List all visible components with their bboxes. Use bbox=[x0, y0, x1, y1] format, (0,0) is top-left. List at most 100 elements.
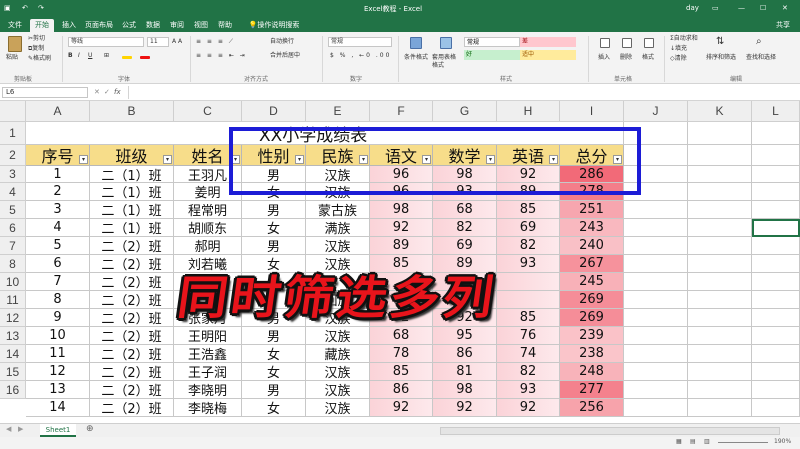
data-cell[interactable]: 女 bbox=[242, 363, 306, 381]
redo-icon[interactable]: ↷ bbox=[38, 4, 44, 12]
data-cell[interactable]: 14 bbox=[26, 399, 90, 417]
row-header-6[interactable]: 6 bbox=[0, 219, 26, 237]
column-header-f[interactable]: F bbox=[370, 101, 433, 122]
data-cell[interactable]: 6 bbox=[26, 255, 90, 273]
format-as-table-button[interactable]: 套用表格格式 bbox=[432, 54, 460, 70]
fx-icon[interactable]: fx bbox=[114, 87, 121, 98]
select-all-corner[interactable] bbox=[0, 101, 26, 122]
data-cell[interactable]: 男 bbox=[242, 166, 306, 183]
column-header-j[interactable]: J bbox=[624, 101, 688, 122]
data-cell[interactable]: 男 bbox=[242, 201, 306, 219]
data-cell[interactable]: 女 bbox=[242, 183, 306, 201]
data-cell[interactable]: 92 bbox=[497, 399, 560, 417]
data-cell[interactable]: 76 bbox=[497, 327, 560, 345]
normal-view-icon[interactable]: ▦ bbox=[676, 438, 682, 445]
column-header-l[interactable]: L bbox=[752, 101, 800, 122]
data-cell[interactable]: 251 bbox=[560, 201, 624, 219]
data-cell[interactable]: 二（2）班 bbox=[90, 345, 174, 363]
data-cell[interactable]: 10 bbox=[26, 327, 90, 345]
column-header-b[interactable]: B bbox=[90, 101, 174, 122]
data-cell[interactable]: 汉族 bbox=[306, 381, 370, 399]
title-cell[interactable]: XX小学成绩表 bbox=[26, 122, 624, 145]
paste-button[interactable]: 粘贴 bbox=[6, 54, 18, 62]
data-cell[interactable]: 93 bbox=[497, 381, 560, 399]
data-cell[interactable]: 程常明 bbox=[174, 201, 242, 219]
cell[interactable] bbox=[624, 183, 688, 201]
clear-button[interactable]: ◇清除 bbox=[670, 55, 687, 63]
name-box[interactable]: L6 bbox=[2, 87, 88, 98]
filter-dropdown-icon[interactable]: ▾ bbox=[295, 155, 304, 164]
cell[interactable] bbox=[752, 122, 800, 145]
wrap-text-button[interactable]: 自动换行 bbox=[270, 38, 294, 46]
close-icon[interactable]: ✕ bbox=[782, 4, 788, 12]
data-cell[interactable]: 98 bbox=[433, 381, 497, 399]
data-cell[interactable]: 92 bbox=[497, 166, 560, 183]
data-cell[interactable]: 68 bbox=[433, 201, 497, 219]
data-cell[interactable]: 267 bbox=[560, 255, 624, 273]
row-header-2[interactable]: 2 bbox=[0, 145, 26, 166]
cell[interactable] bbox=[624, 219, 688, 237]
style-neutral[interactable]: 适中 bbox=[520, 50, 576, 60]
column-header-e[interactable]: E bbox=[306, 101, 370, 122]
column-header-i[interactable]: I bbox=[560, 101, 624, 122]
save-icon[interactable]: ▣ bbox=[4, 4, 11, 12]
data-cell[interactable]: 89 bbox=[370, 237, 433, 255]
header-cell[interactable]: 数学 ▾ bbox=[433, 145, 497, 166]
data-cell[interactable]: 二（2）班 bbox=[90, 399, 174, 417]
tab-file[interactable]: 文件 bbox=[4, 19, 26, 32]
worksheet-grid[interactable]: A B C D E F G H I J K L 1 2 3 4 5 6 7 8 10 11 12 13 14 15 16 XX小学成绩… bbox=[0, 101, 800, 423]
data-cell[interactable]: 243 bbox=[560, 219, 624, 237]
cell[interactable] bbox=[624, 363, 688, 381]
row-header-15[interactable]: 15 bbox=[0, 363, 26, 381]
data-cell[interactable]: 86 bbox=[370, 381, 433, 399]
format-cells-icon[interactable] bbox=[644, 38, 654, 48]
data-cell[interactable]: 二（2）班 bbox=[90, 291, 174, 309]
data-cell[interactable]: 1 bbox=[26, 166, 90, 183]
underline-button[interactable]: U bbox=[88, 52, 92, 60]
cell[interactable] bbox=[624, 273, 688, 291]
cell[interactable] bbox=[752, 255, 800, 273]
column-header-c[interactable]: C bbox=[174, 101, 242, 122]
ribbon-display-icon[interactable]: ▭ bbox=[712, 4, 719, 12]
row-header-1[interactable]: 1 bbox=[0, 122, 26, 145]
fill-color-icon[interactable] bbox=[122, 56, 132, 59]
cell[interactable] bbox=[752, 237, 800, 255]
cell[interactable] bbox=[688, 327, 752, 345]
data-cell[interactable]: 68 bbox=[370, 327, 433, 345]
cell[interactable] bbox=[624, 201, 688, 219]
formula-enter-icon[interactable]: ✓ bbox=[104, 87, 110, 98]
cell[interactable] bbox=[752, 345, 800, 363]
sheet-next-icon[interactable]: ▶ bbox=[18, 425, 23, 433]
cell[interactable] bbox=[688, 309, 752, 327]
tell-me-search[interactable]: 💡操作说明搜索 bbox=[244, 19, 304, 32]
cell[interactable] bbox=[624, 381, 688, 399]
data-cell[interactable]: 82 bbox=[497, 237, 560, 255]
cell[interactable] bbox=[624, 399, 688, 417]
cell[interactable] bbox=[752, 327, 800, 345]
data-cell[interactable]: 二（2）班 bbox=[90, 237, 174, 255]
data-cell[interactable]: 王浩鑫 bbox=[174, 345, 242, 363]
data-cell[interactable]: 汉族 bbox=[306, 237, 370, 255]
data-cell[interactable]: 93 bbox=[433, 183, 497, 201]
data-cell[interactable]: 286 bbox=[560, 166, 624, 183]
data-cell[interactable] bbox=[497, 273, 560, 291]
data-cell[interactable]: 256 bbox=[560, 399, 624, 417]
format-painter-button[interactable]: ✎格式刷 bbox=[28, 55, 51, 63]
row-header-4[interactable]: 4 bbox=[0, 183, 26, 201]
cell[interactable] bbox=[752, 201, 800, 219]
cut-button[interactable]: ✂剪切 bbox=[28, 35, 45, 43]
style-normal[interactable]: 常规 bbox=[464, 37, 520, 47]
tab-data[interactable]: 数据 bbox=[142, 19, 164, 32]
data-cell[interactable]: 蒙古族 bbox=[306, 201, 370, 219]
align-top-icons[interactable]: ≡ ≡ ≡ ⟋ bbox=[196, 38, 235, 46]
data-cell[interactable]: 12 bbox=[26, 363, 90, 381]
data-cell[interactable]: 满族 bbox=[306, 219, 370, 237]
data-cell[interactable]: 8 bbox=[26, 291, 90, 309]
align-horizontal-icons[interactable]: ≡ ≡ ≡ ⇤ ⇥ bbox=[196, 52, 247, 60]
data-cell[interactable]: 69 bbox=[433, 237, 497, 255]
cell[interactable] bbox=[624, 237, 688, 255]
row-header-16[interactable]: 16 bbox=[0, 381, 26, 399]
data-cell[interactable]: 98 bbox=[433, 166, 497, 183]
cell[interactable] bbox=[688, 291, 752, 309]
filter-dropdown-icon[interactable]: ▾ bbox=[422, 155, 431, 164]
